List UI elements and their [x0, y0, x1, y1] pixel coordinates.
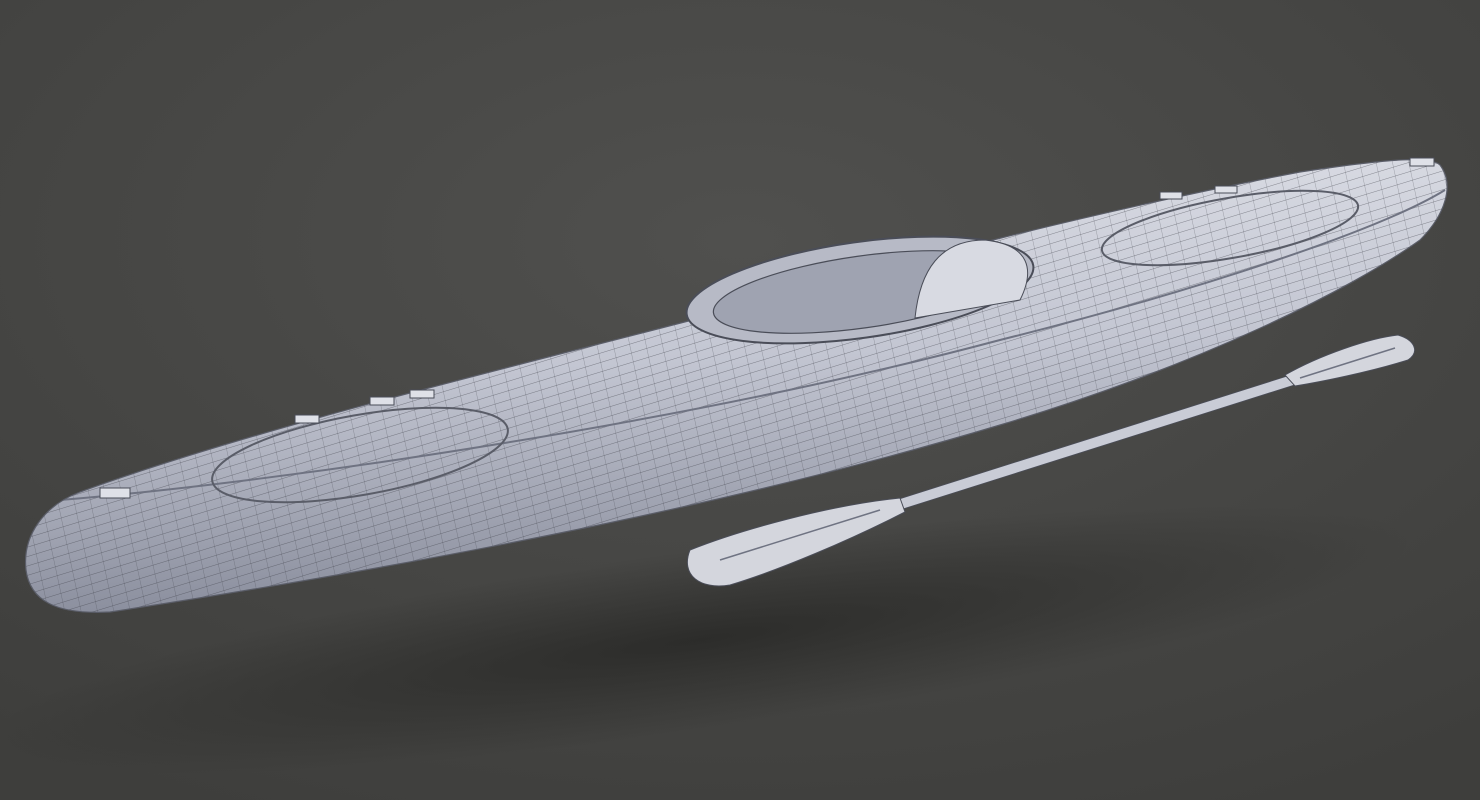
render-viewport	[0, 0, 1480, 800]
